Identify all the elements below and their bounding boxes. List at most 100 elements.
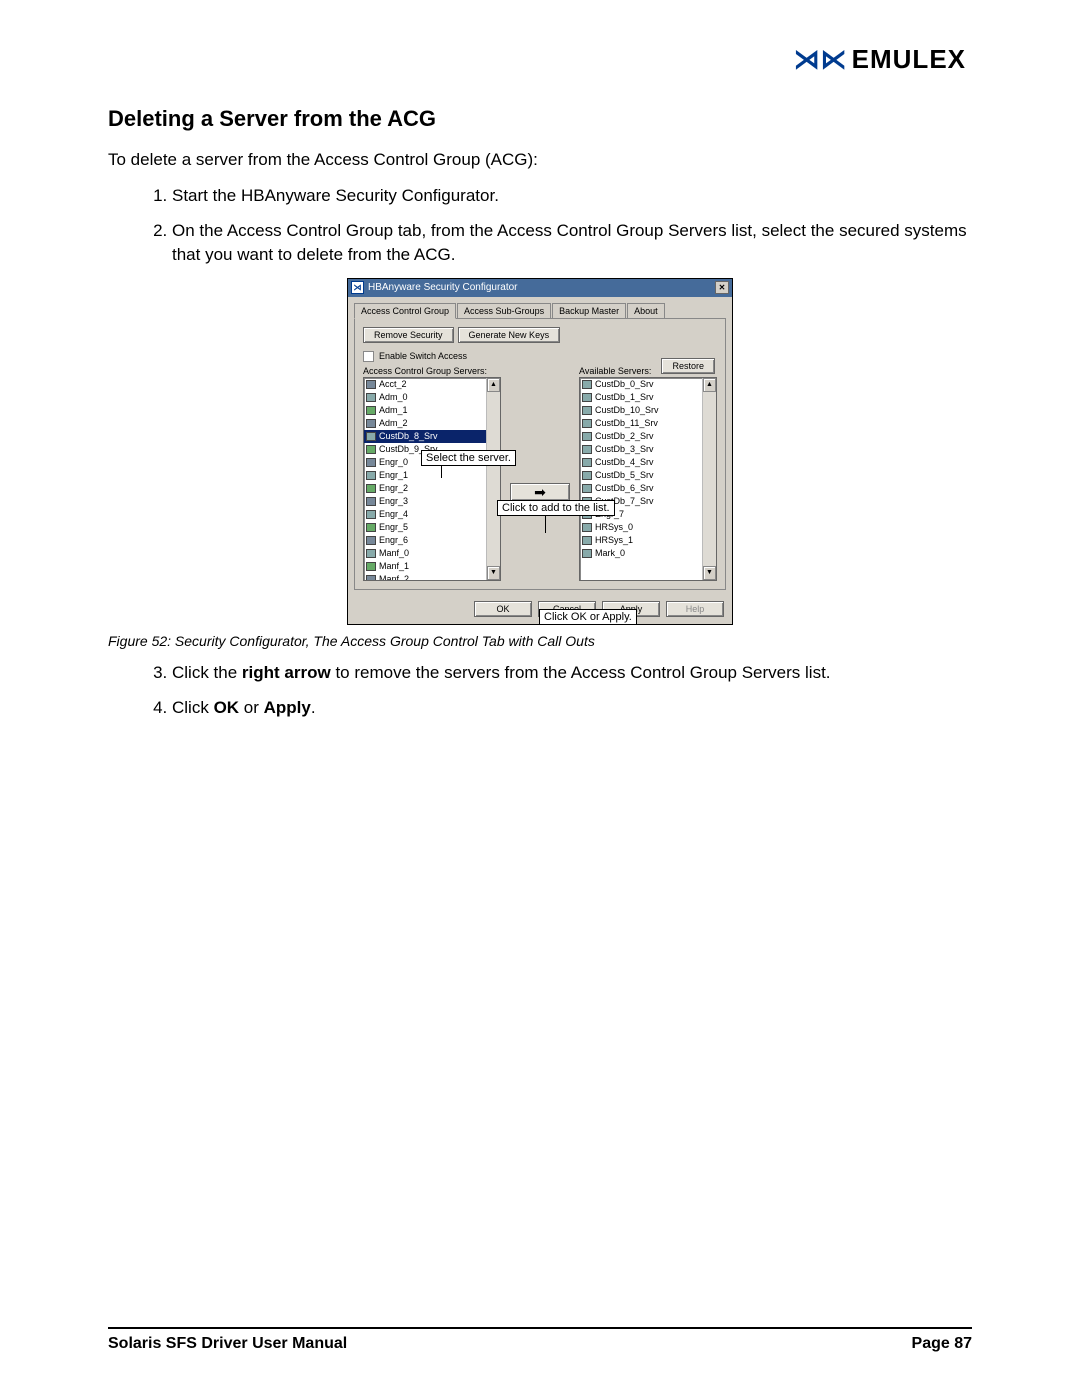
list-item[interactable]: Mark_0 [580,547,716,560]
list-item[interactable]: Adm_2 [364,417,500,430]
list-item-label: Manf_1 [379,561,409,571]
remove-security-button[interactable]: Remove Security [363,327,454,343]
acg-servers-listbox[interactable]: Acct_2Adm_0Adm_1Adm_2CustDb_8_SrvCustDb_… [363,377,501,581]
scroll-up-icon[interactable]: ▲ [487,378,500,392]
list-item[interactable]: Manf_2 [364,573,500,581]
logo-glyph-icon: ⋊⋉ [794,44,848,74]
step-2: On the Access Control Group tab, from th… [172,219,972,268]
server-icon [582,484,592,493]
list-item-label: Engr_6 [379,535,408,545]
server-icon [366,458,376,467]
server-icon [366,536,376,545]
server-icon [366,549,376,558]
server-icon [366,445,376,454]
ok-button[interactable]: OK [474,601,532,617]
server-icon [582,523,592,532]
list-item[interactable]: HRSys_0 [580,521,716,534]
list-item[interactable]: Manf_0 [364,547,500,560]
list-item[interactable]: CustDb_3_Srv [580,443,716,456]
steps-list-top: Start the HBAnyware Security Configurato… [108,184,972,268]
tab-access-sub-groups[interactable]: Access Sub-Groups [457,303,551,319]
scroll-down-icon[interactable]: ▼ [703,566,716,580]
server-icon [582,393,592,402]
scroll-down-icon[interactable]: ▼ [487,566,500,580]
callout-click-to-add: Click to add to the list. [497,500,615,516]
list-item[interactable]: HRSys_1 [580,534,716,547]
list-item-label: Engr_0 [379,457,408,467]
list-item[interactable]: CustDb_11_Srv [580,417,716,430]
server-icon [582,406,592,415]
server-icon [582,419,592,428]
tab-panel: Remove Security Generate New Keys Enable… [354,318,726,590]
list-item[interactable]: CustDb_5_Srv [580,469,716,482]
close-icon[interactable]: ✕ [715,281,729,294]
list-item-label: Adm_1 [379,405,408,415]
list-item[interactable]: Adm_0 [364,391,500,404]
acg-servers-label: Access Control Group Servers: [363,366,501,376]
list-item[interactable]: CustDb_10_Srv [580,404,716,417]
enable-switch-access-checkbox[interactable] [363,351,374,362]
list-item-label: CustDb_4_Srv [595,457,654,467]
move-right-button[interactable]: ➡ [510,483,570,501]
list-item-label: CustDb_6_Srv [595,483,654,493]
list-item[interactable]: CustDb_2_Srv [580,430,716,443]
available-servers-label: Available Servers: [579,366,717,376]
server-icon [582,536,592,545]
generate-new-keys-button[interactable]: Generate New Keys [458,327,561,343]
server-icon [366,380,376,389]
tab-backup-master[interactable]: Backup Master [552,303,626,319]
brand-logo: ⋊⋉EMULEX [794,44,966,75]
steps-list-bottom: Click the right arrow to remove the serv… [108,661,972,720]
server-icon [366,432,376,441]
server-icon [366,406,376,415]
server-icon [582,458,592,467]
server-icon [366,562,376,571]
list-item-label: Mark_0 [595,548,625,558]
footer-left: Solaris SFS Driver User Manual [108,1335,347,1353]
server-icon [582,471,592,480]
server-icon [582,445,592,454]
tab-access-control-group[interactable]: Access Control Group [354,303,456,319]
list-item-label: Engr_3 [379,496,408,506]
callout-select-server: Select the server. [421,450,516,466]
list-item-label: Engr_5 [379,522,408,532]
list-item[interactable]: Adm_1 [364,404,500,417]
list-item[interactable]: Engr_1 [364,469,500,482]
list-item[interactable]: CustDb_4_Srv [580,456,716,469]
list-item[interactable]: Manf_1 [364,560,500,573]
list-item[interactable]: Engr_3 [364,495,500,508]
server-icon [582,432,592,441]
intro-paragraph: To delete a server from the Access Contr… [108,150,972,170]
list-item[interactable]: Engr_2 [364,482,500,495]
list-item[interactable]: Engr_4 [364,508,500,521]
app-icon: ⋊ [351,281,364,294]
step-3: Click the right arrow to remove the serv… [172,661,972,686]
list-item-label: CustDb_8_Srv [379,431,438,441]
server-icon [366,523,376,532]
figure-caption: Figure 52: Security Configurator, The Ac… [108,633,972,649]
window-titlebar: ⋊ HBAnyware Security Configurator ✕ [348,279,732,297]
list-item-label: CustDb_3_Srv [595,444,654,454]
list-item[interactable]: CustDb_1_Srv [580,391,716,404]
list-item[interactable]: CustDb_6_Srv [580,482,716,495]
list-item[interactable]: Engr_5 [364,521,500,534]
server-icon [582,549,592,558]
list-item-label: Adm_0 [379,392,408,402]
list-item[interactable]: Engr_6 [364,534,500,547]
list-item-label: HRSys_1 [595,535,633,545]
list-item[interactable]: CustDb_8_Srv [364,430,500,443]
list-item-label: CustDb_10_Srv [595,405,659,415]
list-item-label: Manf_0 [379,548,409,558]
screenshot-figure: ⋊ HBAnyware Security Configurator ✕ Acce… [347,278,733,625]
list-item[interactable]: Acct_2 [364,378,500,391]
available-servers-listbox[interactable]: CustDb_0_SrvCustDb_1_SrvCustDb_10_Srv Cus… [579,377,717,581]
scroll-up-icon[interactable]: ▲ [703,378,716,392]
enable-switch-access-label: Enable Switch Access [379,351,467,361]
server-icon [366,575,376,581]
page-footer: Solaris SFS Driver User Manual Page 87 [108,1327,972,1353]
footer-right: Page 87 [912,1335,972,1353]
help-button[interactable]: Help [666,601,724,617]
list-item-label: Adm_2 [379,418,408,428]
tab-about[interactable]: About [627,303,665,319]
list-item[interactable]: CustDb_0_Srv [580,378,716,391]
